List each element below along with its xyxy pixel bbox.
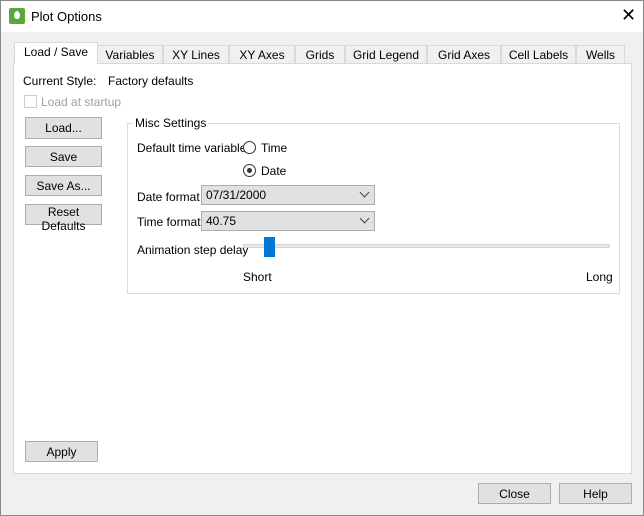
reset-defaults-button[interactable]: Reset Defaults [25, 204, 102, 233]
animation-slider-thumb[interactable] [264, 237, 276, 257]
save-button[interactable]: Save [25, 146, 102, 167]
date-radio-label: Date [261, 164, 287, 178]
save-as-button[interactable]: Save As... [25, 175, 102, 196]
time-radio-label: Time [261, 141, 288, 155]
time-format-select[interactable]: 40.75 [201, 211, 375, 231]
default-time-variable-label: Default time variable [137, 141, 247, 155]
current-style-label: Current Style: [23, 74, 97, 88]
plot-options-dialog: Plot Options ✕ Load / Save Variables XY Li… [0, 0, 644, 516]
time-format-value: 40.75 [206, 214, 237, 228]
tab-grids[interactable]: Grids [295, 45, 345, 64]
animation-slider-track[interactable] [243, 244, 610, 248]
chevron-down-icon [359, 187, 370, 198]
tab-load-save[interactable]: Load / Save [14, 42, 98, 64]
tab-grid-axes[interactable]: Grid Axes [427, 45, 501, 64]
current-style-value: Factory defaults [108, 74, 194, 88]
short-label: Short [243, 270, 272, 284]
tab-wells[interactable]: Wells [576, 45, 625, 64]
droplet-icon [9, 8, 25, 24]
tab-variables[interactable]: Variables [97, 45, 163, 64]
date-radio[interactable] [243, 164, 256, 177]
date-format-select[interactable]: 07/31/2000 [201, 185, 375, 205]
load-at-startup-label: Load at startup [41, 95, 122, 109]
long-label: Long [586, 270, 613, 284]
chevron-down-icon [359, 213, 370, 224]
tab-cell-labels[interactable]: Cell Labels [501, 45, 576, 64]
date-format-label: Date format [137, 190, 200, 204]
window-title: Plot Options [31, 9, 102, 24]
tab-grid-legend[interactable]: Grid Legend [345, 45, 427, 64]
close-icon[interactable]: ✕ [621, 5, 636, 25]
misc-settings-title: Misc Settings [133, 116, 209, 130]
tab-xy-axes[interactable]: XY Axes [229, 45, 295, 64]
help-button[interactable]: Help [559, 483, 632, 504]
load-at-startup-checkbox[interactable] [24, 95, 37, 108]
time-format-label: Time format [137, 215, 201, 229]
close-button[interactable]: Close [478, 483, 551, 504]
animation-step-delay-label: Animation step delay [137, 243, 249, 257]
time-radio[interactable] [243, 141, 256, 154]
tab-xy-lines[interactable]: XY Lines [163, 45, 229, 64]
title-bar: Plot Options ✕ [1, 1, 643, 32]
apply-button[interactable]: Apply [25, 441, 98, 462]
load-button[interactable]: Load... [25, 117, 102, 139]
date-format-value: 07/31/2000 [206, 188, 267, 202]
